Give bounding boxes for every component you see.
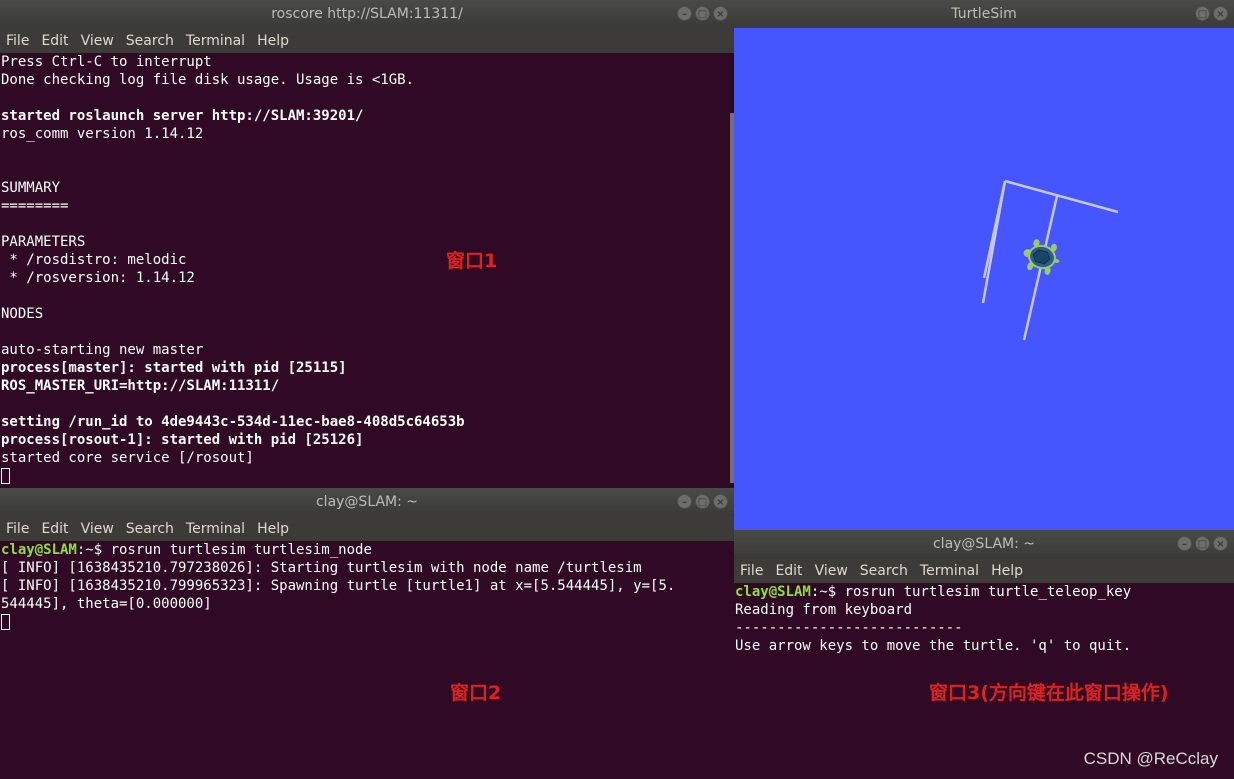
output-line: SUMMARY	[1, 180, 61, 196]
terminal-window-turtlesim-node[interactable]: clay@SLAM: ~ – □ × File Edit View Search…	[0, 488, 734, 779]
menu-file[interactable]: File	[740, 563, 763, 579]
titlebar[interactable]: roscore http://SLAM:11311/ – □ ×	[0, 0, 734, 28]
output-line: [ INFO] [1638435210.797238026]: Starting…	[1, 560, 642, 576]
titlebar[interactable]: clay@SLAM: ~ – □ ×	[0, 488, 734, 516]
output-line: Done checking log file disk usage. Usage…	[1, 72, 415, 88]
minimize-button[interactable]: –	[677, 6, 692, 21]
titlebar[interactable]: clay@SLAM: ~ – □ ×	[734, 530, 1234, 558]
menu-view[interactable]: View	[815, 563, 848, 579]
prompt-path: :~$	[810, 584, 845, 600]
prompt-user: clay@SLAM	[1, 542, 77, 558]
menu-edit[interactable]: Edit	[41, 33, 68, 49]
maximize-button[interactable]: □	[695, 6, 710, 21]
close-button[interactable]: ×	[713, 494, 728, 509]
annotation-label: 窗口1	[446, 250, 498, 272]
menu-search[interactable]: Search	[126, 33, 174, 49]
output-line: started core service [/rosout]	[1, 450, 254, 466]
output-line: auto-starting new master	[1, 342, 204, 358]
command-line: clay@SLAM:~$ rosrun turtlesim turtlesim_…	[1, 541, 734, 559]
menu-search[interactable]: Search	[860, 563, 908, 579]
watermark: CSDN @ReCclay	[1083, 749, 1218, 768]
output-line: ros_comm version 1.14.12	[1, 126, 204, 142]
menu-edit[interactable]: Edit	[41, 521, 68, 537]
terminal-window-roscore[interactable]: roscore http://SLAM:11311/ – □ × File Ed…	[0, 0, 734, 488]
output-line: process[rosout-1]: started with pid [251…	[1, 432, 364, 448]
maximize-button[interactable]: □	[1195, 6, 1210, 21]
terminal-output[interactable]: clay@SLAM:~$ rosrun turtlesim turtlesim_…	[0, 541, 734, 779]
output-line: Use arrow keys to move the turtle. 'q' t…	[735, 638, 1132, 654]
output-line: 544445], theta=[0.000000]	[1, 596, 212, 612]
maximize-button[interactable]: □	[695, 494, 710, 509]
output-line: Reading from keyboard	[735, 602, 913, 618]
annotation-label: 窗口3(方向键在此窗口操作)	[929, 682, 1169, 704]
titlebar[interactable]: TurtleSim □ ×	[734, 0, 1234, 28]
menubar: File Edit View Search Terminal Help	[0, 28, 734, 53]
cursor-line	[1, 467, 734, 485]
output-line: started roslaunch server http://SLAM:392…	[1, 108, 364, 124]
output-line: NODES	[1, 306, 44, 322]
terminal-window-teleop[interactable]: clay@SLAM: ~ – □ × File Edit View Search…	[734, 530, 1234, 779]
prompt-user: clay@SLAM	[735, 584, 811, 600]
menu-view[interactable]: View	[81, 33, 114, 49]
output-line: [ INFO] [1638435210.799965323]: Spawning…	[1, 578, 676, 594]
terminal-output[interactable]: Press Ctrl-C to interrupt Done checking l…	[0, 53, 734, 488]
turtle-trail-svg	[981, 179, 1119, 341]
command-text: rosrun turtlesim turtle_teleop_key	[844, 584, 1132, 600]
menu-terminal[interactable]: Terminal	[920, 563, 979, 579]
command-text: rosrun turtlesim turtlesim_node	[110, 542, 372, 558]
output-line: process[master]: started with pid [25115…	[1, 360, 347, 376]
minimize-button[interactable]: –	[677, 494, 692, 509]
output-line: * /rosdistro: melodic	[1, 252, 187, 268]
output-line: ---------------------------	[735, 620, 963, 636]
menu-help[interactable]: Help	[991, 563, 1023, 579]
window-title: roscore http://SLAM:11311/	[271, 6, 463, 22]
text-cursor	[1, 468, 10, 484]
close-button[interactable]: ×	[713, 6, 728, 21]
menu-view[interactable]: View	[81, 521, 114, 537]
output-line: Press Ctrl-C to interrupt	[1, 54, 212, 70]
output-line: ========	[1, 198, 69, 214]
close-button[interactable]: ×	[1213, 536, 1228, 551]
text-cursor	[1, 614, 10, 630]
output-line: * /rosversion: 1.14.12	[1, 270, 195, 286]
annotation-label: 窗口2	[450, 682, 502, 704]
minimize-button[interactable]: –	[1177, 536, 1192, 551]
menu-search[interactable]: Search	[126, 521, 174, 537]
menu-edit[interactable]: Edit	[775, 563, 802, 579]
menu-terminal[interactable]: Terminal	[186, 33, 245, 49]
menu-help[interactable]: Help	[257, 33, 289, 49]
close-button[interactable]: ×	[1213, 6, 1228, 21]
menu-help[interactable]: Help	[257, 521, 289, 537]
turtle-icon	[1023, 239, 1060, 275]
output-line: PARAMETERS	[1, 234, 86, 250]
trail-segment	[982, 180, 1007, 279]
menubar: File Edit View Search Terminal Help	[0, 516, 734, 541]
menu-file[interactable]: File	[6, 33, 29, 49]
window-title: TurtleSim	[951, 6, 1017, 22]
trail-segment	[1004, 179, 1119, 214]
prompt-path: :~$	[76, 542, 111, 558]
command-line: clay@SLAM:~$ rosrun turtlesim turtle_tel…	[735, 583, 1234, 601]
cursor-line	[1, 613, 734, 631]
window-title: clay@SLAM: ~	[315, 494, 418, 510]
maximize-button[interactable]: □	[1195, 536, 1210, 551]
turtlesim-canvas	[734, 28, 1234, 530]
menubar: File Edit View Search Terminal Help	[734, 558, 1234, 583]
window-title: clay@SLAM: ~	[932, 536, 1035, 552]
output-line: ROS_MASTER_URI=http://SLAM:11311/	[1, 378, 280, 394]
menu-file[interactable]: File	[6, 521, 29, 537]
output-line: setting /run_id to 4de9443c-534d-11ec-ba…	[1, 414, 465, 430]
menu-terminal[interactable]: Terminal	[186, 521, 245, 537]
turtlesim-window[interactable]: TurtleSim □ ×	[734, 0, 1234, 530]
